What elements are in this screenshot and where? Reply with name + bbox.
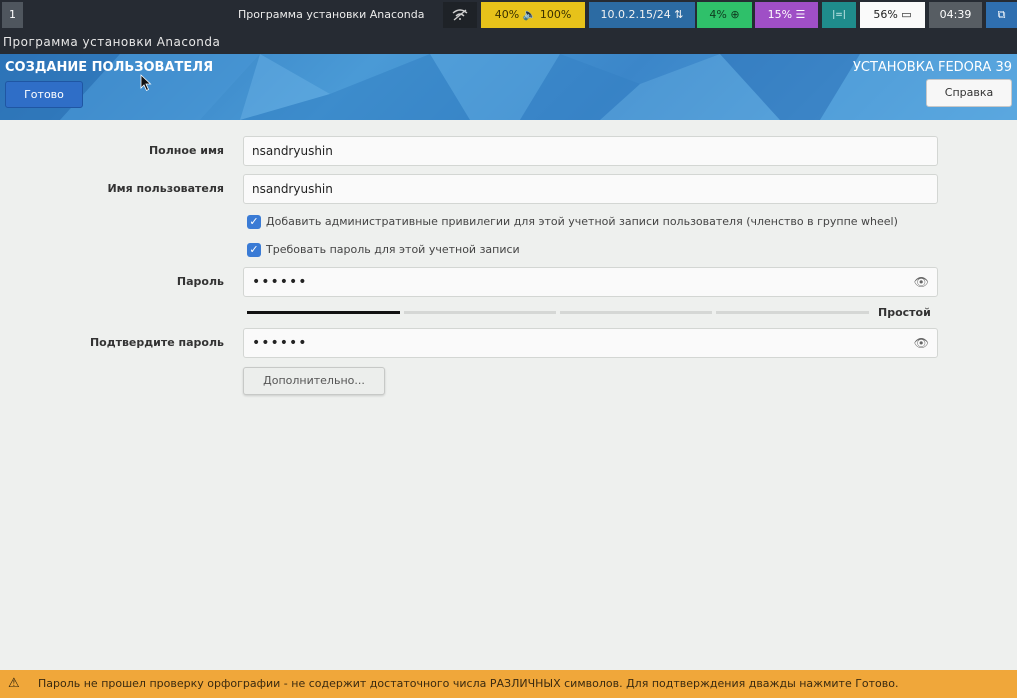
- warning-text: Пароль не прошел проверку орфографии - н…: [38, 677, 899, 690]
- admin-checkbox[interactable]: ✓: [247, 215, 261, 229]
- username-label: Имя пользователя: [107, 182, 224, 195]
- cpu-indicator[interactable]: 4% ⊕: [697, 2, 752, 28]
- spoke-header: СОЗДАНИЕ ПОЛЬЗОВАТЕЛЯ УСТАНОВКА FEDORA 3…: [0, 54, 1017, 120]
- confirm-password-input[interactable]: •••••• 👁: [243, 328, 938, 358]
- workspace-indicator[interactable]: 1: [2, 2, 23, 28]
- warning-icon: ⚠: [8, 676, 20, 691]
- fullname-label: Полное имя: [148, 144, 224, 157]
- clock[interactable]: 04:39: [929, 2, 982, 28]
- warning-bar[interactable]: ⚠ Пароль не прошел проверку орфографии -…: [0, 670, 1017, 698]
- app-window-title: Программа установки Anaconda: [0, 30, 1017, 54]
- require-password-label[interactable]: Требовать пароль для этой учетной записи: [266, 243, 520, 256]
- require-password-checkbox[interactable]: ✓: [247, 243, 261, 257]
- product-title: УСТАНОВКА FEDORA 39: [852, 60, 1012, 75]
- password-strength-label: Простой: [878, 306, 931, 319]
- password-input[interactable]: •••••• 👁: [243, 267, 938, 297]
- username-input[interactable]: nsandryushin: [243, 174, 938, 204]
- show-password-eye-icon[interactable]: 👁: [914, 268, 929, 296]
- network-indicator[interactable]: 10.0.2.15/24 ⇅: [589, 2, 695, 28]
- help-button[interactable]: Справка: [926, 79, 1012, 107]
- memory-indicator[interactable]: 15% ☰: [755, 2, 818, 28]
- tray-icon[interactable]: ⧉: [986, 2, 1017, 28]
- battery-indicator[interactable]: 56% ▭: [860, 2, 925, 28]
- strength-segment-3: [560, 311, 712, 314]
- network-off-icon[interactable]: [443, 2, 477, 28]
- confirm-password-label: Подтвердите пароль: [89, 336, 224, 349]
- show-confirm-eye-icon[interactable]: 👁: [914, 329, 929, 357]
- admin-checkbox-label[interactable]: Добавить административные привилегии для…: [266, 215, 898, 228]
- disk-indicator[interactable]: |=|: [822, 2, 856, 28]
- advanced-button[interactable]: Дополнительно...: [243, 367, 385, 395]
- volume-indicator[interactable]: 40% 🔈 100%: [481, 2, 585, 28]
- focused-window-title: Программа установки Anaconda: [238, 8, 425, 21]
- mouse-cursor-icon: [140, 74, 152, 92]
- fullname-input[interactable]: nsandryushin: [243, 136, 938, 166]
- strength-segment-4: [716, 311, 869, 314]
- done-button[interactable]: Готово: [5, 81, 83, 108]
- password-value: ••••••: [252, 274, 308, 290]
- strength-segment-2: [404, 311, 556, 314]
- password-label: Пароль: [176, 275, 224, 288]
- confirm-password-value: ••••••: [252, 335, 308, 351]
- password-strength-bar: [247, 311, 869, 315]
- top-panel: 1 Программа установки Anaconda 40% 🔈 100…: [0, 0, 1017, 30]
- spoke-title: СОЗДАНИЕ ПОЛЬЗОВАТЕЛЯ: [5, 60, 214, 75]
- strength-segment-1: [247, 311, 400, 314]
